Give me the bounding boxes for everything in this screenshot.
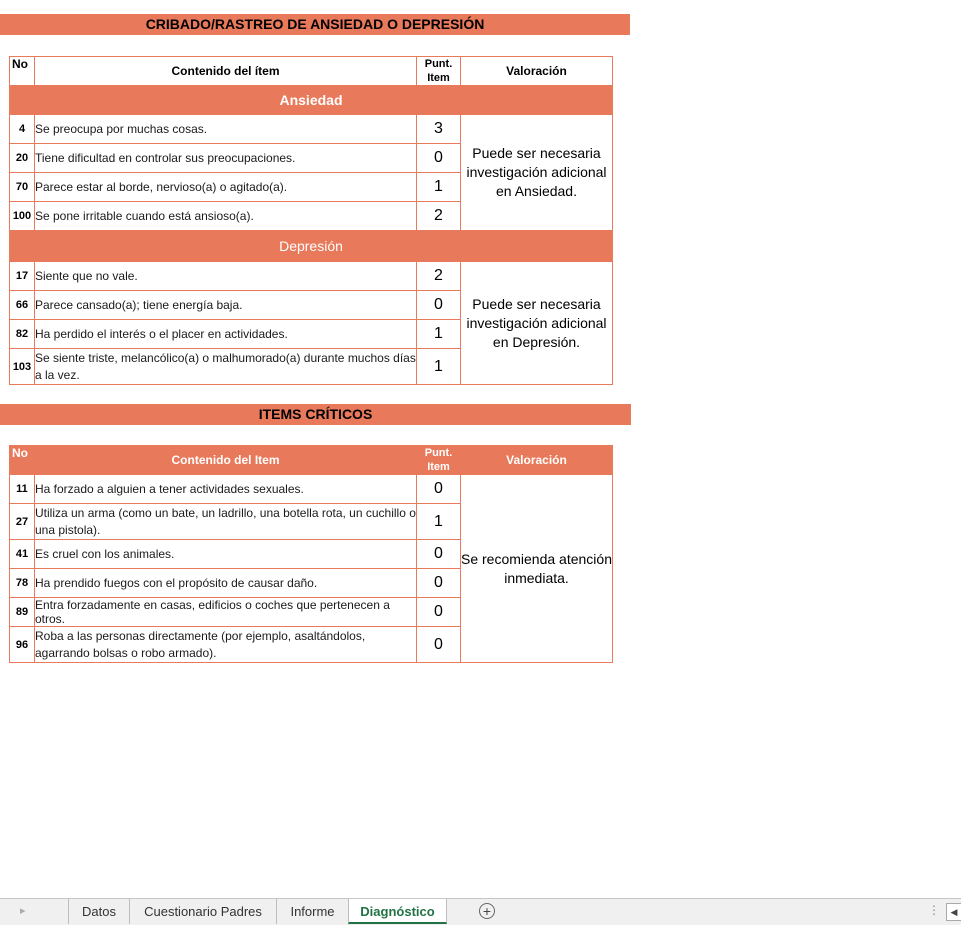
- item-score: 0: [416, 143, 461, 173]
- section-row-depression: Depresión: [9, 230, 613, 262]
- item-text: Utiliza un arma (como un bate, un ladril…: [34, 503, 417, 540]
- item-number: 4: [9, 114, 35, 144]
- scroll-tabs-right-icon[interactable]: ▸: [20, 904, 26, 917]
- col-header-content: Contenido del Item: [34, 445, 417, 475]
- item-score: 0: [416, 539, 461, 569]
- sheet-tab-informe[interactable]: Informe: [276, 899, 348, 924]
- critical-title-banner: ITEMS CRÍTICOS: [0, 404, 631, 425]
- screening-title: CRIBADO/RASTREO DE ANSIEDAD O DEPRESIÓN: [145, 16, 485, 32]
- item-score: 0: [416, 474, 461, 504]
- item-score: 1: [416, 348, 461, 385]
- scroll-left-icon[interactable]: ◀: [946, 903, 961, 921]
- depression-rating: Puede ser necesaria investigación adicio…: [460, 261, 613, 385]
- item-score: 1: [416, 172, 461, 202]
- item-text: Roba a las personas directamente (por ej…: [34, 626, 417, 663]
- section-title-depression: Depresión: [9, 230, 613, 262]
- item-text: Parece cansado(a); tiene energía baja.: [34, 290, 417, 320]
- item-score: 3: [416, 114, 461, 144]
- section-row-anxiety: Ansiedad: [9, 85, 613, 115]
- col-header-no: No: [9, 56, 35, 86]
- col-header-no: No: [9, 445, 35, 475]
- screening-header-row: No Contenido del ítem Punt. Item Valorac…: [9, 56, 613, 86]
- sheet-tab-datos[interactable]: Datos: [68, 899, 129, 924]
- more-options-icon[interactable]: ⋮: [928, 903, 940, 917]
- sheet-tab-bar: ▸ Datos Cuestionario Padres Informe Diag…: [0, 898, 961, 925]
- item-number: 100: [9, 201, 35, 231]
- col-header-rating: Valoración: [460, 445, 613, 475]
- plus-circle-icon[interactable]: +: [479, 903, 495, 919]
- table-row: 11 Ha forzado a alguien a tener activida…: [9, 474, 613, 663]
- critical-header-row: No Contenido del Item Punt. Item Valorac…: [9, 445, 613, 475]
- item-text: Ha forzado a alguien a tener actividades…: [34, 474, 417, 504]
- sheet-tab-label: Datos: [82, 904, 116, 919]
- section-title-anxiety: Ansiedad: [9, 85, 613, 115]
- item-text: Tiene dificultad en controlar sus preocu…: [34, 143, 417, 173]
- table-row: 17 Siente que no vale. 2 Puede ser neces…: [9, 261, 613, 385]
- item-text: Entra forzadamente en casas, edificios o…: [34, 597, 417, 627]
- sheet-tab-label: Diagnóstico: [360, 904, 435, 919]
- item-text: Se siente triste, melancólico(a) o malhu…: [34, 348, 417, 385]
- item-text: Parece estar al borde, nervioso(a) o agi…: [34, 172, 417, 202]
- item-text: Se preocupa por muchas cosas.: [34, 114, 417, 144]
- item-number: 96: [9, 626, 35, 663]
- item-score: 0: [416, 597, 461, 627]
- item-score: 1: [416, 319, 461, 349]
- item-number: 41: [9, 539, 35, 569]
- item-score: 2: [416, 261, 461, 291]
- item-score: 0: [416, 626, 461, 663]
- item-number: 66: [9, 290, 35, 320]
- item-text: Ha prendido fuegos con el propósito de c…: [34, 568, 417, 598]
- sheet-tab-label: Informe: [290, 904, 335, 919]
- critical-table: No Contenido del Item Punt. Item Valorac…: [9, 445, 613, 663]
- item-number: 103: [9, 348, 35, 385]
- item-score: 0: [416, 568, 461, 598]
- item-number: 70: [9, 172, 35, 202]
- item-number: 27: [9, 503, 35, 540]
- item-text: Siente que no vale.: [34, 261, 417, 291]
- item-number: 82: [9, 319, 35, 349]
- screening-table: No Contenido del ítem Punt. Item Valorac…: [9, 56, 613, 385]
- item-text: Ha perdido el interés o el placer en act…: [34, 319, 417, 349]
- item-score: 2: [416, 201, 461, 231]
- col-header-rating: Valoración: [460, 56, 613, 86]
- item-number: 78: [9, 568, 35, 598]
- col-header-content: Contenido del ítem: [34, 56, 417, 86]
- anxiety-rating: Puede ser necesaria investigación adicio…: [460, 114, 613, 231]
- table-row: 4 Se preocupa por muchas cosas. 3 Puede …: [9, 114, 613, 231]
- item-score: 1: [416, 503, 461, 540]
- sheet-tab-diagnostico[interactable]: Diagnóstico: [348, 899, 447, 924]
- item-number: 17: [9, 261, 35, 291]
- col-header-score: Punt. Item: [416, 56, 461, 86]
- item-text: Se pone irritable cuando está ansioso(a)…: [34, 201, 417, 231]
- sheet-tab-label: Cuestionario Padres: [144, 904, 262, 919]
- sheet-tab-cuestionario-padres[interactable]: Cuestionario Padres: [129, 899, 276, 924]
- item-score: 0: [416, 290, 461, 320]
- item-number: 20: [9, 143, 35, 173]
- screening-title-banner: CRIBADO/RASTREO DE ANSIEDAD O DEPRESIÓN: [0, 14, 630, 35]
- item-number: 89: [9, 597, 35, 627]
- critical-title: ITEMS CRÍTICOS: [258, 406, 373, 422]
- item-text: Es cruel con los animales.: [34, 539, 417, 569]
- item-number: 11: [9, 474, 35, 504]
- col-header-score: Punt. Item: [416, 445, 461, 475]
- critical-rating: Se recomienda atención inmediata.: [460, 474, 613, 663]
